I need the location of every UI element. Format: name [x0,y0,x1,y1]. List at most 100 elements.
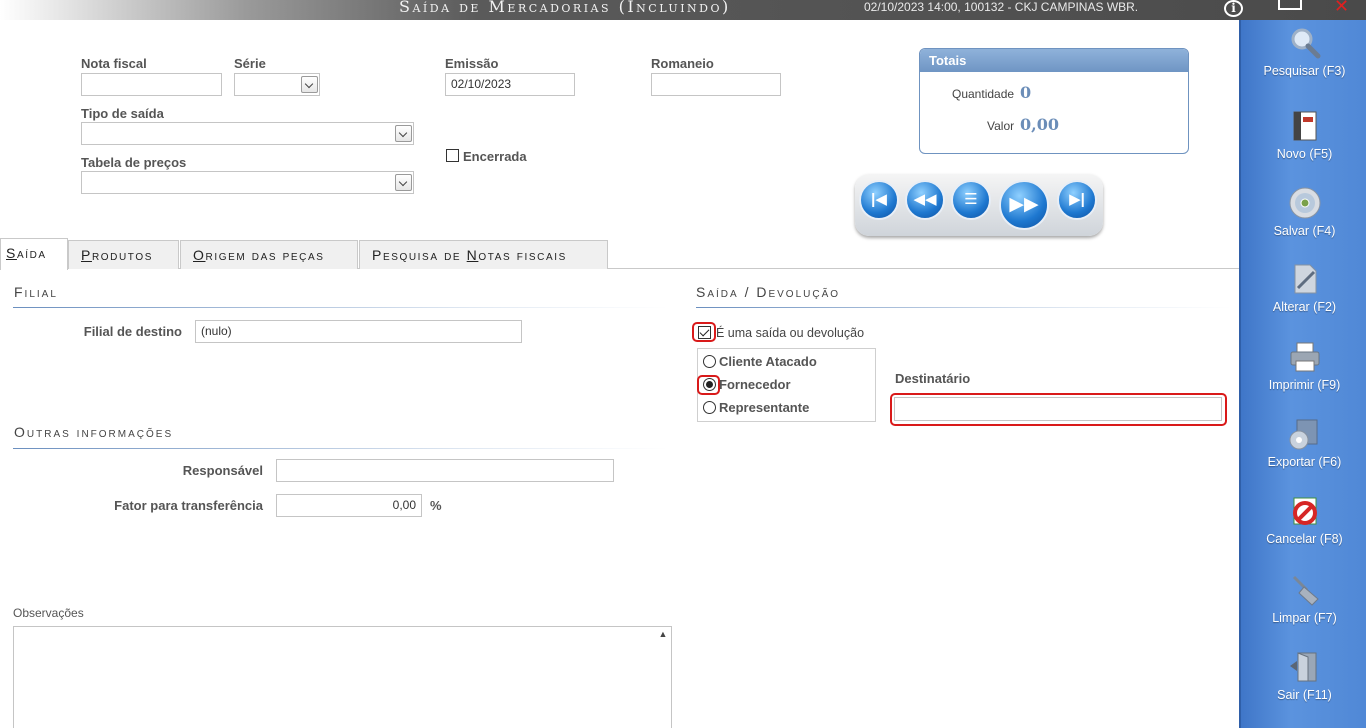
tab-produtos-accel: P [81,247,92,263]
next-record-icon[interactable]: ▶▶ [999,180,1049,230]
fator-unit: % [430,498,442,513]
tab-pesquisa-pre: Pesquisa de [372,247,467,263]
edit-button-label: Alterar (F2) [1272,300,1337,314]
last-record-icon[interactable]: ▶| [1057,180,1097,220]
tab-pesquisa-accel: N [466,247,479,263]
new-button-label: Novo (F5) [1276,147,1333,161]
nota-fiscal-label: Nota fiscal [81,56,147,71]
encerrada-checkbox[interactable] [446,149,459,162]
exit-button[interactable]: Sair (F11) [1241,650,1366,702]
search-icon [1291,28,1320,59]
first-record-icon[interactable]: |◀ [859,180,899,220]
printer-icon [1290,342,1319,372]
valor-label: Valor [987,119,1015,133]
print-button[interactable]: Imprimir (F9) [1241,340,1366,392]
radio-fornecedor-label: Fornecedor [719,377,791,392]
title-bar: Saída de Mercadorias (Incluindo) 02/10/2… [0,0,1366,20]
clear-button-label: Limpar (F7) [1272,611,1337,625]
tab-saida-label: aída [16,245,47,261]
observacoes-label: Observações [13,606,84,620]
tab-pesquisa-label: otas fiscais [478,247,567,263]
save-button-label: Salvar (F4) [1273,224,1336,238]
equal-record-icon[interactable]: ☰ [951,180,991,220]
radio-cliente-atacado[interactable] [703,355,716,368]
tabela-precos-select[interactable] [81,171,414,194]
encerrada-label: Encerrada [463,149,527,164]
action-sidebar: Pesquisar (F3) Novo (F5) Salvar (F4) Alt… [1239,20,1366,728]
divider [696,307,1231,308]
close-icon[interactable]: ✕ [1334,0,1349,17]
clear-button[interactable]: Limpar (F7) [1241,573,1366,625]
cancel-icon [1292,497,1317,525]
tab-origem-label: rigem das peças [205,247,325,263]
cancel-button-label: Cancelar (F8) [1266,532,1343,546]
search-button-label: Pesquisar (F3) [1263,64,1346,78]
saida-devolucao-label: É uma saída ou devolução [716,326,865,340]
edit-button[interactable]: Alterar (F2) [1241,262,1366,314]
info-icon[interactable]: i [1224,0,1243,17]
exit-button-label: Sair (F11) [1277,688,1332,702]
romaneio-input[interactable] [651,73,781,96]
responsavel-label: Responsável [182,463,263,478]
quantidade-label: Quantidade [952,87,1015,101]
radio-cliente-atacado-label: Cliente Atacado [719,354,817,369]
quantidade-value: 0 [1020,83,1032,102]
window-title: Saída de Mercadorias (Incluindo) [399,0,731,16]
fator-input[interactable]: 0,00 [276,494,422,517]
export-button[interactable]: Exportar (F6) [1241,417,1366,469]
filial-section-title: Filial [14,284,58,300]
broom-icon [1292,575,1319,606]
serie-label: Série [234,56,266,71]
responsavel-input[interactable] [276,459,614,482]
radio-representante-label: Representante [719,400,810,415]
chevron-down-icon[interactable] [395,174,412,191]
divider [13,448,668,449]
destinatario-input[interactable] [894,397,1222,421]
tipo-saida-label: Tipo de saída [81,106,164,121]
observacoes-textarea[interactable]: ▲ [13,626,672,728]
tab-produtos[interactable]: Produtos [68,240,179,269]
cancel-button[interactable]: Cancelar (F8) [1241,494,1366,546]
tipo-saida-select[interactable] [81,122,414,145]
filial-destino-label: Filial de destino [83,324,182,339]
divider [13,307,668,308]
new-document-icon [1293,111,1316,141]
outras-section-title: Outras informações [14,424,174,440]
nota-fiscal-input[interactable] [81,73,222,96]
radio-representante[interactable] [703,401,716,414]
minimize-icon[interactable] [1278,0,1302,10]
saida-devolucao-checkbox[interactable] [698,326,711,339]
new-button[interactable]: Novo (F5) [1241,109,1366,161]
scroll-up-icon[interactable]: ▲ [658,629,668,641]
romaneio-label: Romaneio [651,56,714,71]
totals-title: Totais [920,49,1188,72]
save-button[interactable]: Salvar (F4) [1241,186,1366,238]
chevron-down-icon[interactable] [301,76,318,93]
tab-origem-accel: O [193,247,206,263]
export-button-label: Exportar (F6) [1267,455,1342,469]
chevron-down-icon[interactable] [395,125,412,142]
tabela-precos-label: Tabela de preços [81,155,187,170]
totals-panel: Totais Quantidade 0 Valor 0,00 [919,48,1189,154]
radio-fornecedor[interactable] [703,378,716,391]
tab-saida-accel: S [6,245,17,261]
emissao-label: Emissão [445,56,499,71]
saida-devolucao-section-title: Saída / Devolução [696,284,841,300]
emissao-input[interactable]: 02/10/2023 [445,73,575,96]
tab-saida[interactable]: Saída [0,238,68,270]
tab-bar: Saída Produtos Origem das peças Pesquisa… [0,238,1239,270]
exit-door-icon [1289,652,1316,682]
destinatario-label: Destinatário [895,371,971,386]
tab-origem-pecas[interactable]: Origem das peças [180,240,358,269]
tab-pesquisa-notas[interactable]: Pesquisa de Notas fiscais [359,240,608,269]
filial-destino-input[interactable]: (nulo) [195,320,522,343]
disc-save-icon [1289,187,1320,219]
record-navigation: |◀ ◀◀ ☰ ▶▶ ▶| [855,174,1103,236]
previous-record-icon[interactable]: ◀◀ [905,180,945,220]
status-text: 02/10/2023 14:00, 100132 - CKJ CAMPINAS … [864,0,1139,14]
tab-produtos-label: rodutos [91,247,153,263]
edit-document-icon [1294,264,1316,294]
valor-value: 0,00 [1020,115,1059,134]
fator-label: Fator para transferência [114,498,263,513]
search-button[interactable]: Pesquisar (F3) [1241,26,1366,78]
